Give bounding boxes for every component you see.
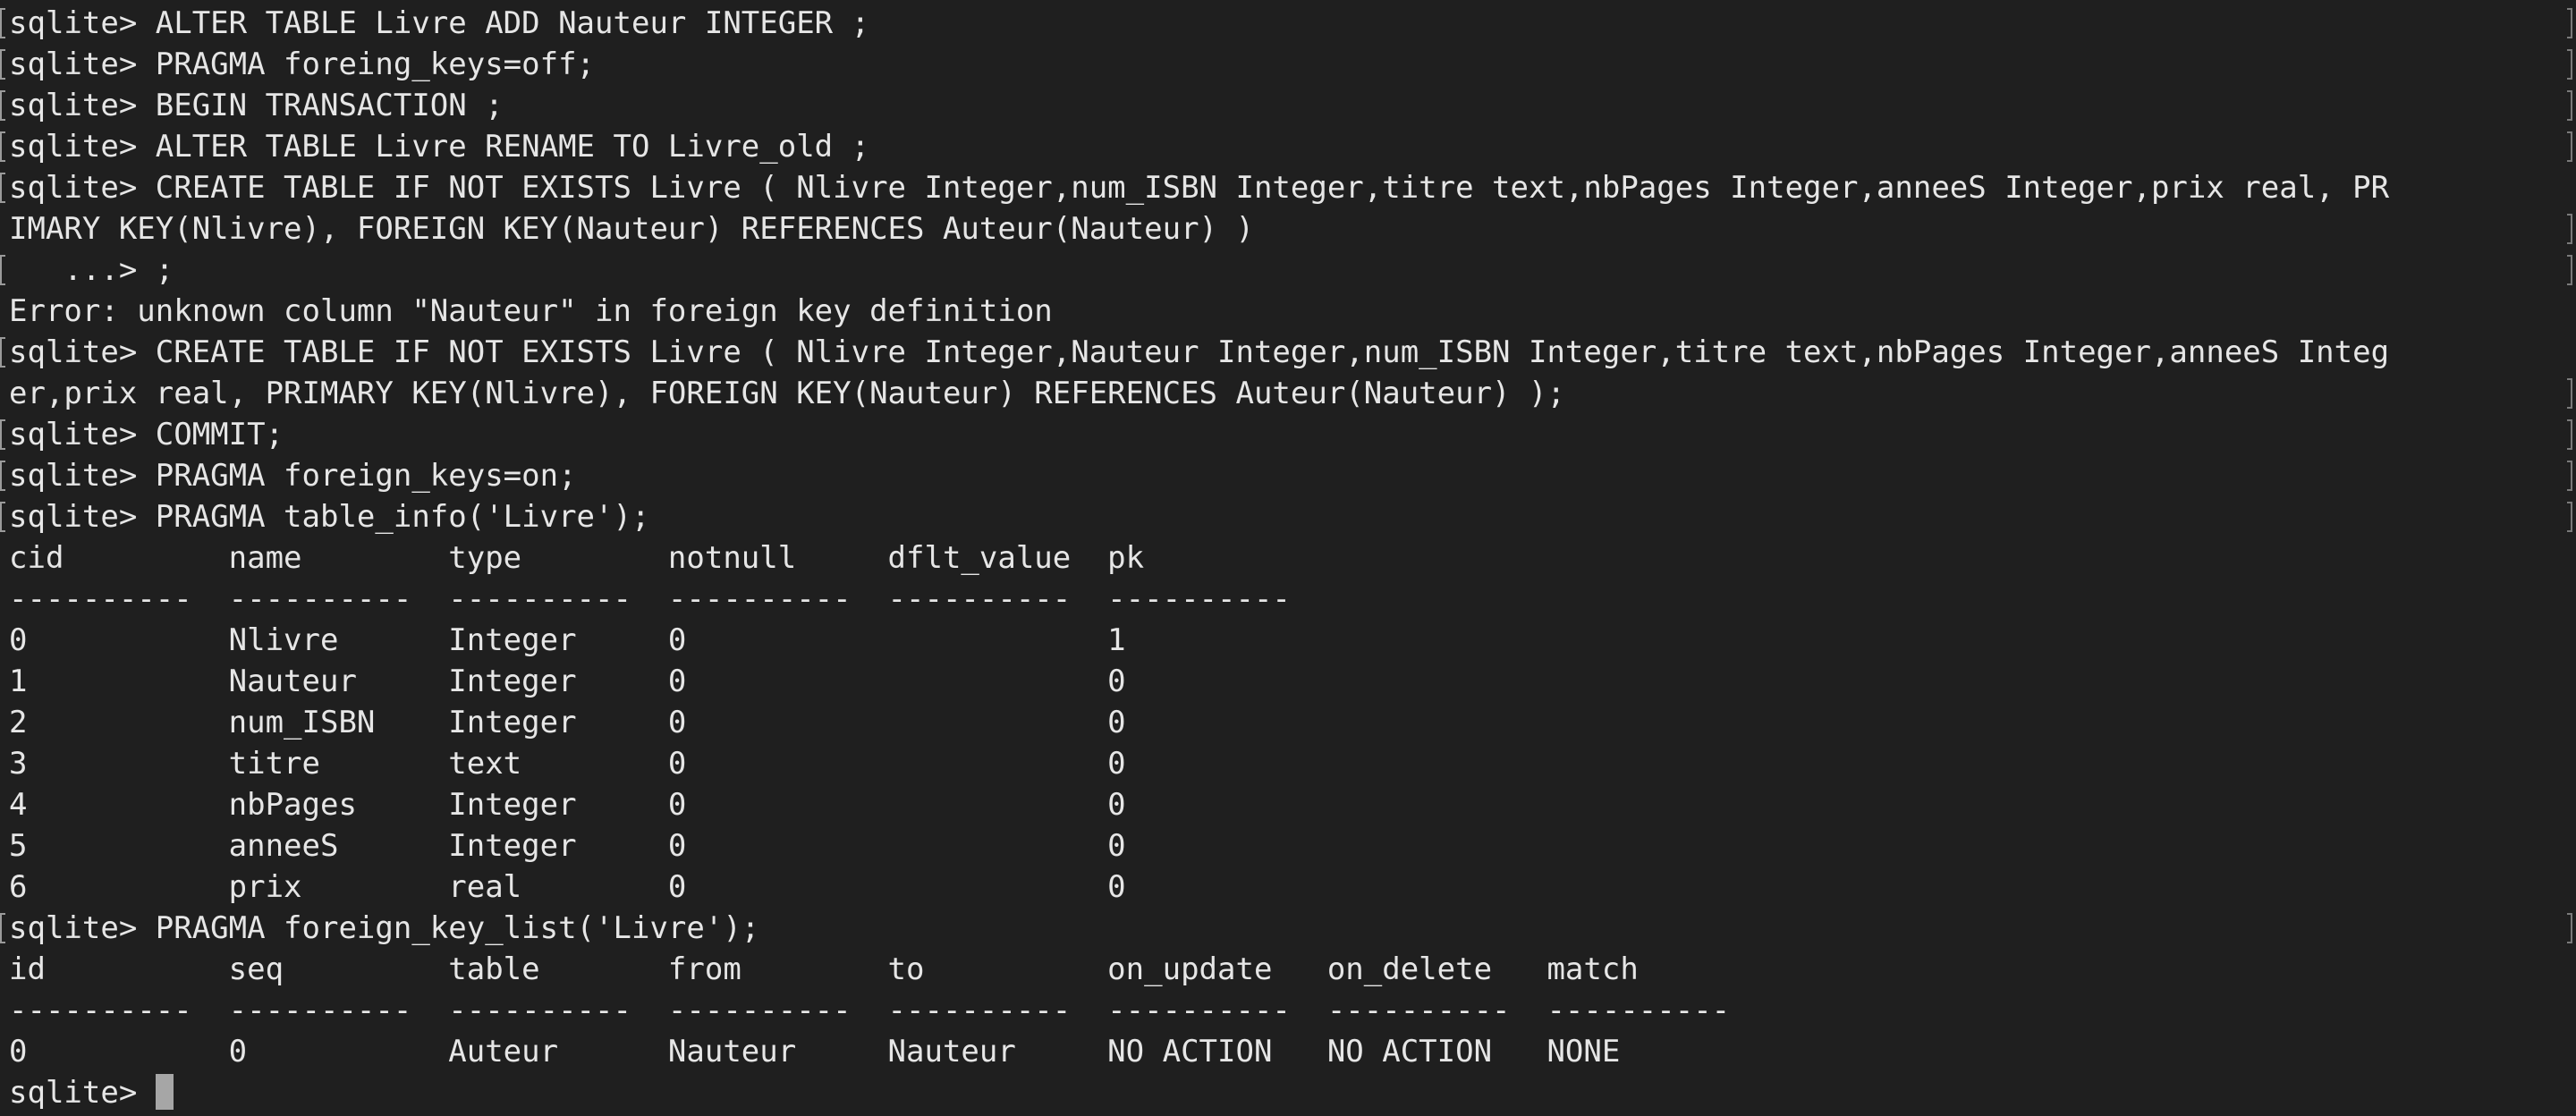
line-marker — [0, 337, 5, 368]
output-text: 0 0 Auteur Nauteur Nauteur NO ACTION NO … — [9, 1034, 1621, 1070]
table-info-separator: ---------- ---------- ---------- -------… — [0, 579, 2576, 620]
fk-list-separator: ---------- ---------- ---------- -------… — [0, 990, 2576, 1031]
terminal-line-13: sqlite> PRAGMA table_info('Livre'); — [0, 496, 2576, 537]
terminal-line-2: sqlite> PRAGMA foreing_keys=off; — [0, 44, 2576, 85]
output-text: 4 nbPages Integer 0 0 — [9, 787, 1126, 823]
command-text: sqlite> PRAGMA table_info('Livre'); — [9, 499, 650, 535]
output-text: ---------- ---------- ---------- -------… — [9, 993, 1731, 1028]
output-text: 5 anneeS Integer 0 0 — [9, 828, 1126, 864]
output-text: 6 prix real 0 0 — [9, 869, 1126, 905]
table-info-row: 1 Nauteur Integer 0 0 — [0, 661, 2576, 702]
line-marker — [2567, 131, 2572, 162]
line-marker — [2567, 8, 2572, 38]
line-marker — [2567, 49, 2572, 80]
table-info-row: 6 prix real 0 0 — [0, 867, 2576, 908]
line-marker — [0, 419, 5, 450]
terminal-line-7: ...> ; — [0, 249, 2576, 291]
table-info-header: cid name type notnull dflt_value pk — [0, 537, 2576, 579]
terminal-line-5: sqlite> CREATE TABLE IF NOT EXISTS Livre… — [0, 167, 2576, 208]
fk-list-row: 0 0 Auteur Nauteur Nauteur NO ACTION NO … — [0, 1031, 2576, 1072]
terminal-window[interactable]: sqlite> ALTER TABLE Livre ADD Nauteur IN… — [0, 0, 2576, 1116]
command-text: sqlite> CREATE TABLE IF NOT EXISTS Livre… — [9, 170, 2390, 206]
line-marker — [0, 255, 5, 285]
line-marker — [0, 8, 5, 38]
continuation-text: ...> ; — [9, 252, 174, 288]
fk-list-header: id seq table from to on_update on_delete… — [0, 949, 2576, 990]
table-info-row: 3 titre text 0 0 — [0, 743, 2576, 784]
table-info-row: 2 num_ISBN Integer 0 0 — [0, 702, 2576, 743]
terminal-line-4: sqlite> ALTER TABLE Livre RENAME TO Livr… — [0, 126, 2576, 167]
line-marker — [0, 173, 5, 203]
line-marker — [2567, 255, 2572, 285]
output-text: cid name type notnull dflt_value pk — [9, 540, 1145, 576]
terminal-line-9: sqlite> CREATE TABLE IF NOT EXISTS Livre… — [0, 332, 2576, 373]
command-text: sqlite> ALTER TABLE Livre RENAME TO Livr… — [9, 129, 870, 165]
command-text: sqlite> BEGIN TRANSACTION ; — [9, 88, 504, 123]
error-text: Error: unknown column "Nauteur" in forei… — [9, 293, 1053, 329]
command-text: sqlite> ALTER TABLE Livre ADD Nauteur IN… — [9, 5, 870, 41]
line-marker — [2567, 90, 2572, 121]
terminal-line-23: sqlite> PRAGMA foreign_key_list('Livre')… — [0, 908, 2576, 949]
output-text: id seq table from to on_update on_delete… — [9, 951, 1639, 987]
active-prompt-line[interactable]: sqlite> — [0, 1072, 2576, 1113]
output-text: 2 num_ISBN Integer 0 0 — [9, 705, 1126, 740]
terminal-line-3: sqlite> BEGIN TRANSACTION ; — [0, 85, 2576, 126]
command-text: sqlite> COMMIT; — [9, 417, 284, 452]
output-text: 1 Nauteur Integer 0 0 — [9, 664, 1126, 699]
command-text: sqlite> CREATE TABLE IF NOT EXISTS Livre… — [9, 334, 2390, 370]
line-marker — [2567, 378, 2572, 409]
line-marker — [0, 131, 5, 162]
line-marker — [0, 49, 5, 80]
terminal-line-1: sqlite> ALTER TABLE Livre ADD Nauteur IN… — [0, 3, 2576, 44]
command-text: sqlite> PRAGMA foreign_keys=on; — [9, 458, 577, 494]
table-info-row: 5 anneeS Integer 0 0 — [0, 825, 2576, 867]
command-text: er,prix real, PRIMARY KEY(Nlivre), FOREI… — [9, 376, 1565, 411]
line-marker — [0, 502, 5, 532]
line-marker — [0, 461, 5, 491]
line-marker — [2567, 214, 2572, 244]
line-marker — [2567, 419, 2572, 450]
terminal-line-11: sqlite> COMMIT; — [0, 414, 2576, 455]
line-marker — [2567, 461, 2572, 491]
command-text: IMARY KEY(Nlivre), FOREIGN KEY(Nauteur) … — [9, 211, 1254, 247]
terminal-line-8: Error: unknown column "Nauteur" in forei… — [0, 291, 2576, 332]
table-info-row: 4 nbPages Integer 0 0 — [0, 784, 2576, 825]
terminal-line-10: er,prix real, PRIMARY KEY(Nlivre), FOREI… — [0, 373, 2576, 414]
terminal-line-12: sqlite> PRAGMA foreign_keys=on; — [0, 455, 2576, 496]
table-info-row: 0 Nlivre Integer 0 1 — [0, 620, 2576, 661]
command-text: sqlite> PRAGMA foreign_key_list('Livre')… — [9, 910, 760, 946]
text-cursor — [155, 1074, 174, 1110]
output-text: 0 Nlivre Integer 0 1 — [9, 622, 1126, 658]
line-marker — [2567, 502, 2572, 532]
output-text: 3 titre text 0 0 — [9, 746, 1126, 782]
output-text: ---------- ---------- ---------- -------… — [9, 581, 1291, 617]
line-marker — [2567, 913, 2572, 943]
prompt-text: sqlite> — [9, 1075, 156, 1111]
line-marker — [0, 90, 5, 121]
terminal-line-6: IMARY KEY(Nlivre), FOREIGN KEY(Nauteur) … — [0, 208, 2576, 249]
line-marker — [0, 913, 5, 943]
command-text: sqlite> PRAGMA foreing_keys=off; — [9, 46, 596, 82]
